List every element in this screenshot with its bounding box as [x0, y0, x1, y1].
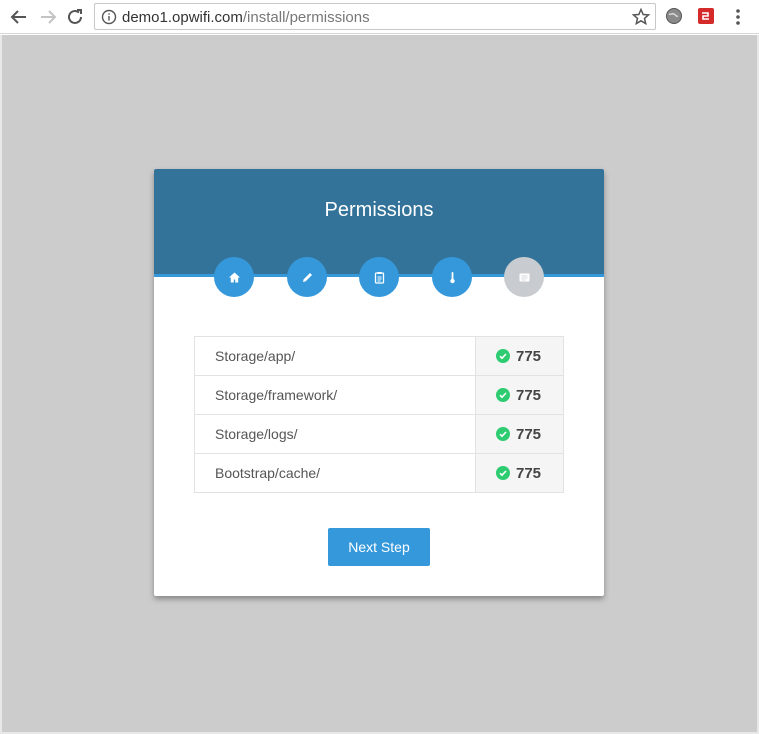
clipboard-icon: [374, 271, 384, 284]
permission-status: 775: [475, 375, 564, 415]
installer-card: Permissions Storage/app/ 775 Storage/fra…: [154, 169, 604, 596]
step-thermometer[interactable]: [432, 257, 472, 297]
star-icon[interactable]: [631, 7, 651, 27]
next-step-button[interactable]: Next Step: [328, 528, 430, 566]
extension-red-icon[interactable]: [697, 7, 715, 25]
step-clipboard[interactable]: [359, 257, 399, 297]
table-row: Storage/framework/ 775: [194, 375, 564, 415]
browser-toolbar: demo1.opwifi.com/install/permissions: [0, 0, 759, 34]
step-pencil[interactable]: [287, 257, 327, 297]
table-row: Storage/app/ 775: [194, 336, 564, 376]
check-circle-icon: [496, 426, 510, 441]
permission-path: Storage/app/: [194, 336, 476, 376]
check-circle-icon: [496, 465, 510, 480]
forward-button[interactable]: [37, 6, 59, 28]
home-icon: [228, 272, 240, 282]
check-circle-icon: [496, 348, 510, 363]
pencil-icon: [302, 272, 312, 282]
more-menu-icon[interactable]: [733, 6, 743, 28]
url-text: demo1.opwifi.com/install/permissions: [122, 9, 370, 26]
permission-path: Storage/logs/: [194, 414, 476, 454]
permission-value: 775: [516, 347, 542, 365]
permission-status: 775: [475, 453, 564, 493]
thermometer-icon: [449, 271, 455, 283]
check-circle-icon: [496, 387, 510, 402]
permission-value: 775: [516, 464, 542, 482]
address-bar[interactable]: demo1.opwifi.com/install/permissions: [94, 3, 656, 30]
step-home[interactable]: [214, 257, 254, 297]
arrow-right-icon: [41, 10, 57, 24]
reload-icon: [68, 9, 82, 24]
permission-value: 775: [516, 425, 542, 443]
url-host: demo1.opwifi.com: [122, 9, 243, 26]
permission-status: 775: [475, 336, 564, 376]
permissions-table: Storage/app/ 775 Storage/framework/ 775 …: [194, 336, 564, 493]
permission-value: 775: [516, 386, 542, 404]
extension-globe-icon[interactable]: [665, 7, 683, 25]
info-icon[interactable]: [101, 9, 117, 25]
url-path: /install/permissions: [242, 9, 370, 26]
table-row: Bootstrap/cache/ 775: [194, 453, 564, 493]
page-title: Permissions: [324, 199, 434, 221]
step-list[interactable]: [504, 257, 544, 297]
table-row: Storage/logs/ 775: [194, 414, 564, 454]
reload-button[interactable]: [64, 6, 86, 28]
permission-path: Bootstrap/cache/: [194, 453, 476, 493]
permission-status: 775: [475, 414, 564, 454]
permission-path: Storage/framework/: [194, 375, 476, 415]
back-button[interactable]: [8, 6, 30, 28]
arrow-left-icon: [10, 10, 26, 24]
list-icon: [519, 273, 529, 281]
